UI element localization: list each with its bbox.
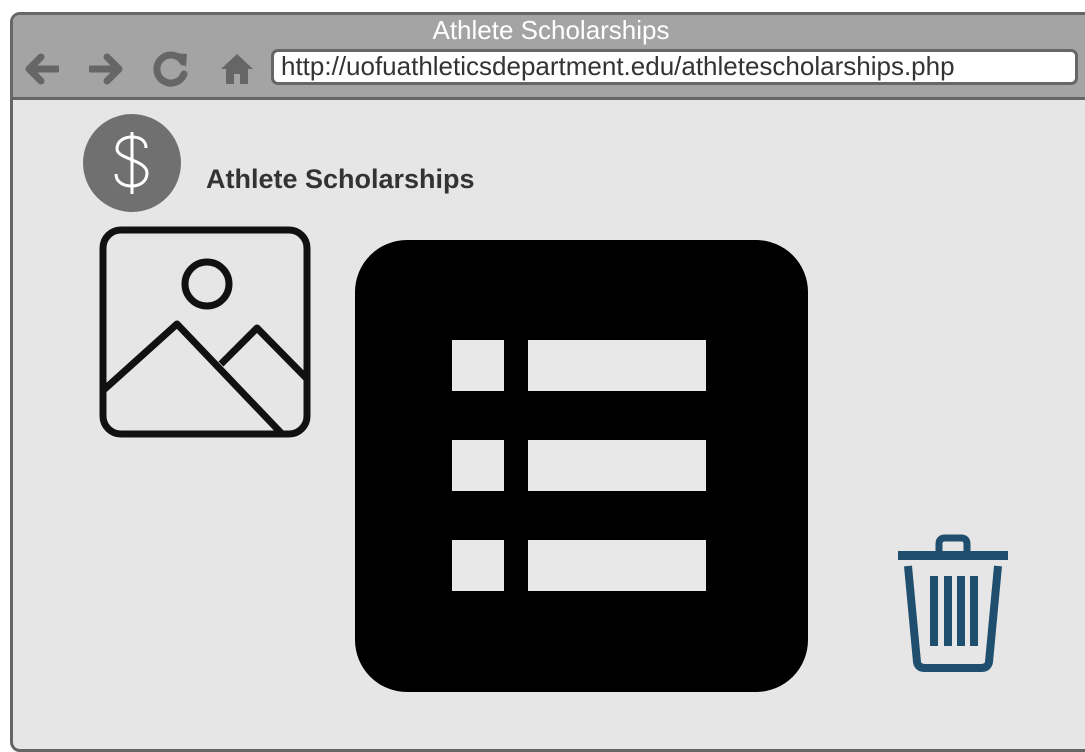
image-placeholder-icon <box>99 226 311 438</box>
forward-arrow-icon[interactable] <box>87 49 127 89</box>
page-title: Athlete Scholarships <box>206 164 475 194</box>
home-icon[interactable] <box>217 49 257 89</box>
trash-icon[interactable] <box>895 534 1011 672</box>
reload-icon[interactable] <box>151 49 191 89</box>
list-icon[interactable] <box>355 240 808 692</box>
browser-window: Athlete Scholarships http://uofuathletic… <box>10 12 1085 752</box>
browser-toolbar: Athlete Scholarships http://uofuathletic… <box>13 15 1085 100</box>
back-arrow-icon[interactable] <box>21 49 61 89</box>
page-content: Athlete Scholarships <box>13 100 1085 749</box>
window-title: Athlete Scholarships <box>432 15 670 45</box>
dollar-sign-icon <box>83 114 181 212</box>
address-bar[interactable]: http://uofuathleticsdepartment.edu/athle… <box>271 49 1078 85</box>
